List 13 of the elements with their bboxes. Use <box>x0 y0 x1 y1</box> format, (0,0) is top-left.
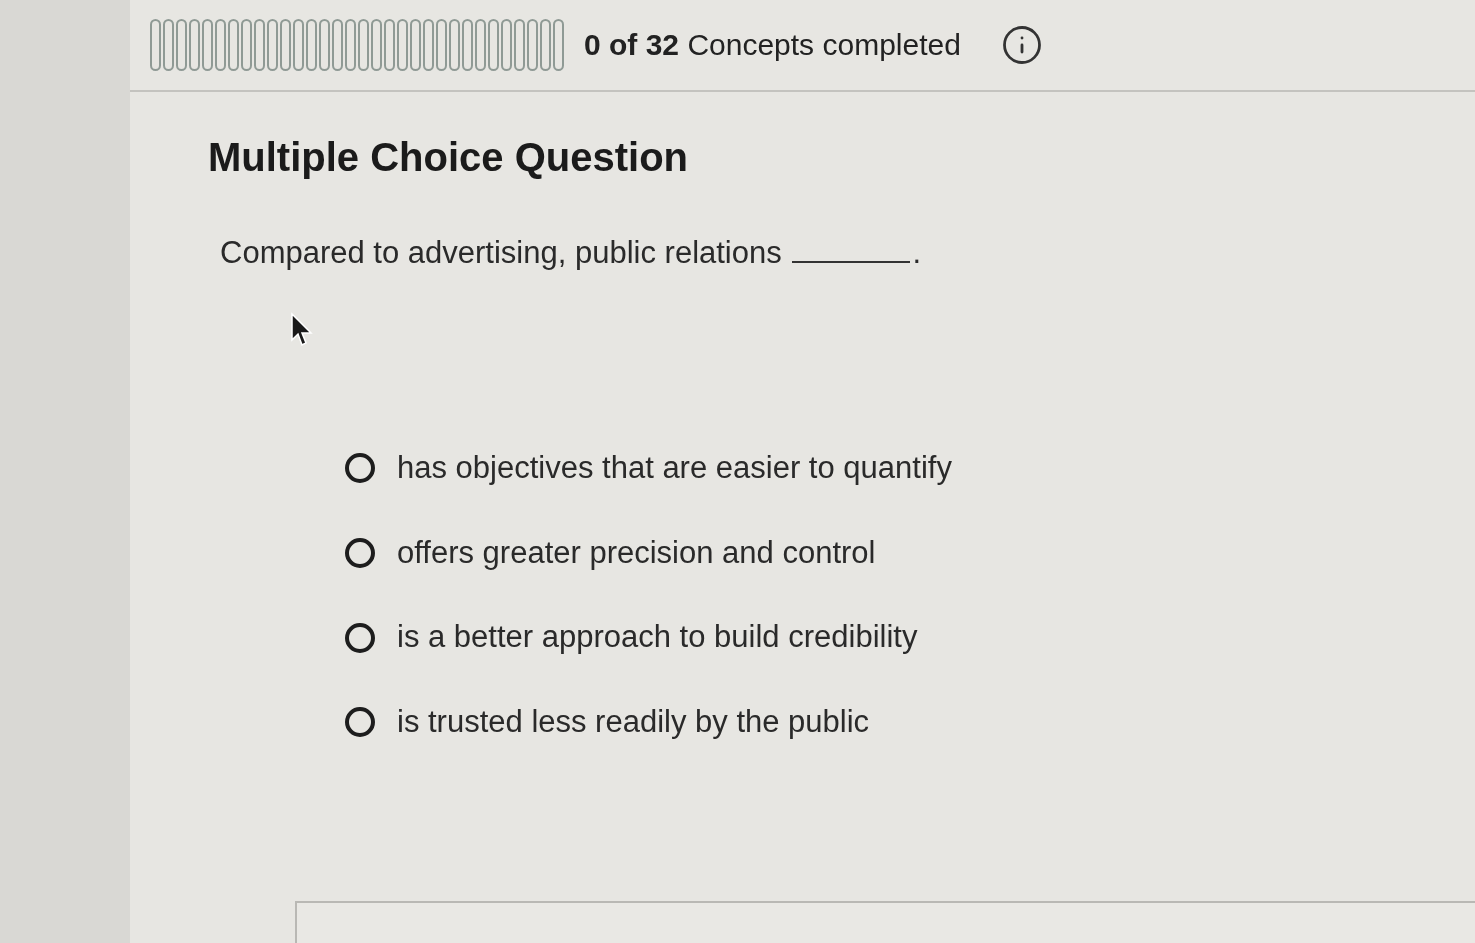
progress-label: 0 of 32 Concepts completed <box>584 30 961 60</box>
option-label[interactable]: is trusted less readily by the public <box>397 703 870 742</box>
option-label[interactable]: has objectives that are easier to quantify <box>397 448 952 488</box>
option-label[interactable]: is a better approach to build credibility <box>397 618 918 657</box>
radio-button[interactable] <box>345 622 375 653</box>
radio-button[interactable] <box>345 453 375 484</box>
question-heading: Multiple Choice Question <box>208 134 690 181</box>
question-text: Compared to advertising, public relations . <box>220 234 922 272</box>
radio-button[interactable] <box>345 707 375 738</box>
radio-button[interactable] <box>345 537 375 568</box>
info-icon[interactable] <box>1000 24 1043 66</box>
mouse-pointer-icon <box>290 312 314 348</box>
option-label[interactable]: offers greater precision and control <box>397 533 876 573</box>
